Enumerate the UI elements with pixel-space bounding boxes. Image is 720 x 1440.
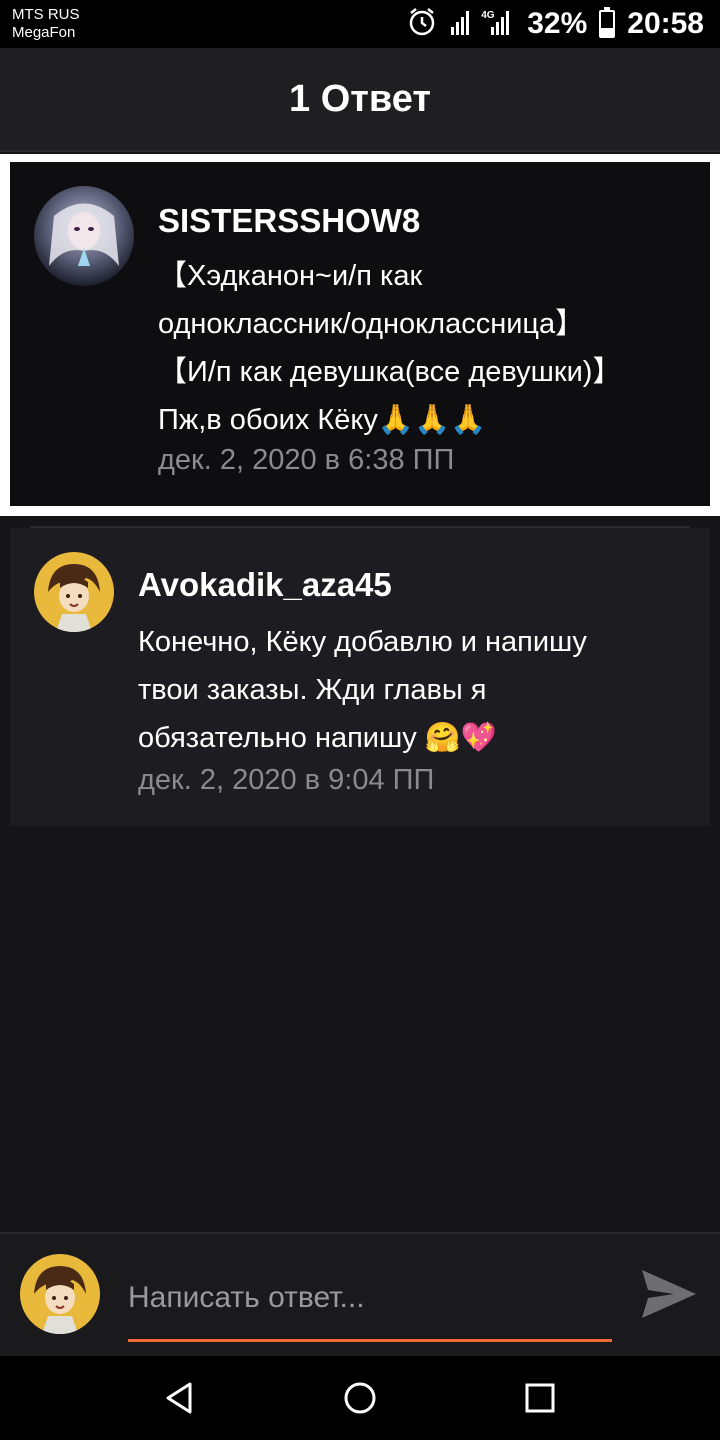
comment-timestamp: дек. 2, 2020 в 6:38 ПП — [158, 444, 455, 476]
reply-comment: Avokadik_aza45 Конечно, Кёку добавлю и н… — [10, 528, 710, 826]
battery-percentage: 32% — [527, 7, 588, 40]
comment-text: 【Хэдканон~и/п как одноклассник/однокласс… — [158, 252, 698, 444]
carrier-info: MTS RUS MegaFon — [12, 6, 80, 42]
reply-input[interactable] — [128, 1272, 612, 1342]
comment-text-line: одноклассник/одноклассница】 — [158, 308, 585, 340]
reply-text-line: Конечно, Кёку добавлю и напишу — [138, 626, 587, 658]
back-button[interactable] — [158, 1376, 202, 1420]
battery-icon — [599, 7, 616, 38]
carrier-name: MTS RUS — [12, 6, 80, 23]
recents-button[interactable] — [518, 1376, 562, 1420]
reply-author[interactable]: Avokadik_aza45 — [138, 566, 392, 604]
comment-text-line: 【И/п как девушка(все девушки)】 — [158, 356, 622, 388]
page-title: 1 Ответ — [289, 77, 431, 120]
reply-text: Конечно, Кёку добавлю и напишу твои зака… — [138, 618, 698, 762]
send-button[interactable] — [640, 1268, 698, 1320]
comment-text-line: 【Хэдканон~и/п как — [158, 260, 423, 292]
navigation-bar — [0, 1356, 720, 1440]
clock: 20:58 — [627, 7, 704, 40]
avatar[interactable] — [34, 186, 134, 286]
alarm-icon — [407, 7, 437, 42]
reply-timestamp: дек. 2, 2020 в 9:04 ПП — [138, 764, 435, 796]
send-icon — [642, 1270, 696, 1318]
carrier-name-secondary: MegaFon — [12, 24, 76, 41]
avatar[interactable] — [34, 552, 114, 632]
network-type: 4G — [481, 10, 495, 21]
status-icons: 4G 32% 20:58 — [407, 6, 704, 42]
home-button[interactable] — [338, 1376, 382, 1420]
status-bar: MTS RUS MegaFon 4G 32% 20:58 — [0, 0, 720, 48]
reply-text-line: твои заказы. Жди главы я — [138, 674, 487, 706]
original-comment-container: SISTERSSHOW8 【Хэдканон~и/п как однокласс… — [0, 154, 720, 516]
comment-text-line: Пж,в обоих Кёку🙏🙏🙏 — [158, 404, 487, 436]
header: 1 Ответ — [0, 48, 720, 152]
original-comment: SISTERSSHOW8 【Хэдканон~и/п как однокласс… — [10, 162, 710, 506]
recents-icon — [525, 1383, 555, 1413]
reply-text-line: обязательно напишу 🤗💖 — [138, 722, 498, 754]
comment-author[interactable]: SISTERSSHOW8 — [158, 202, 420, 240]
reply-composer — [0, 1232, 720, 1356]
back-icon — [166, 1382, 192, 1414]
avatar — [20, 1254, 100, 1334]
home-icon — [344, 1382, 376, 1414]
